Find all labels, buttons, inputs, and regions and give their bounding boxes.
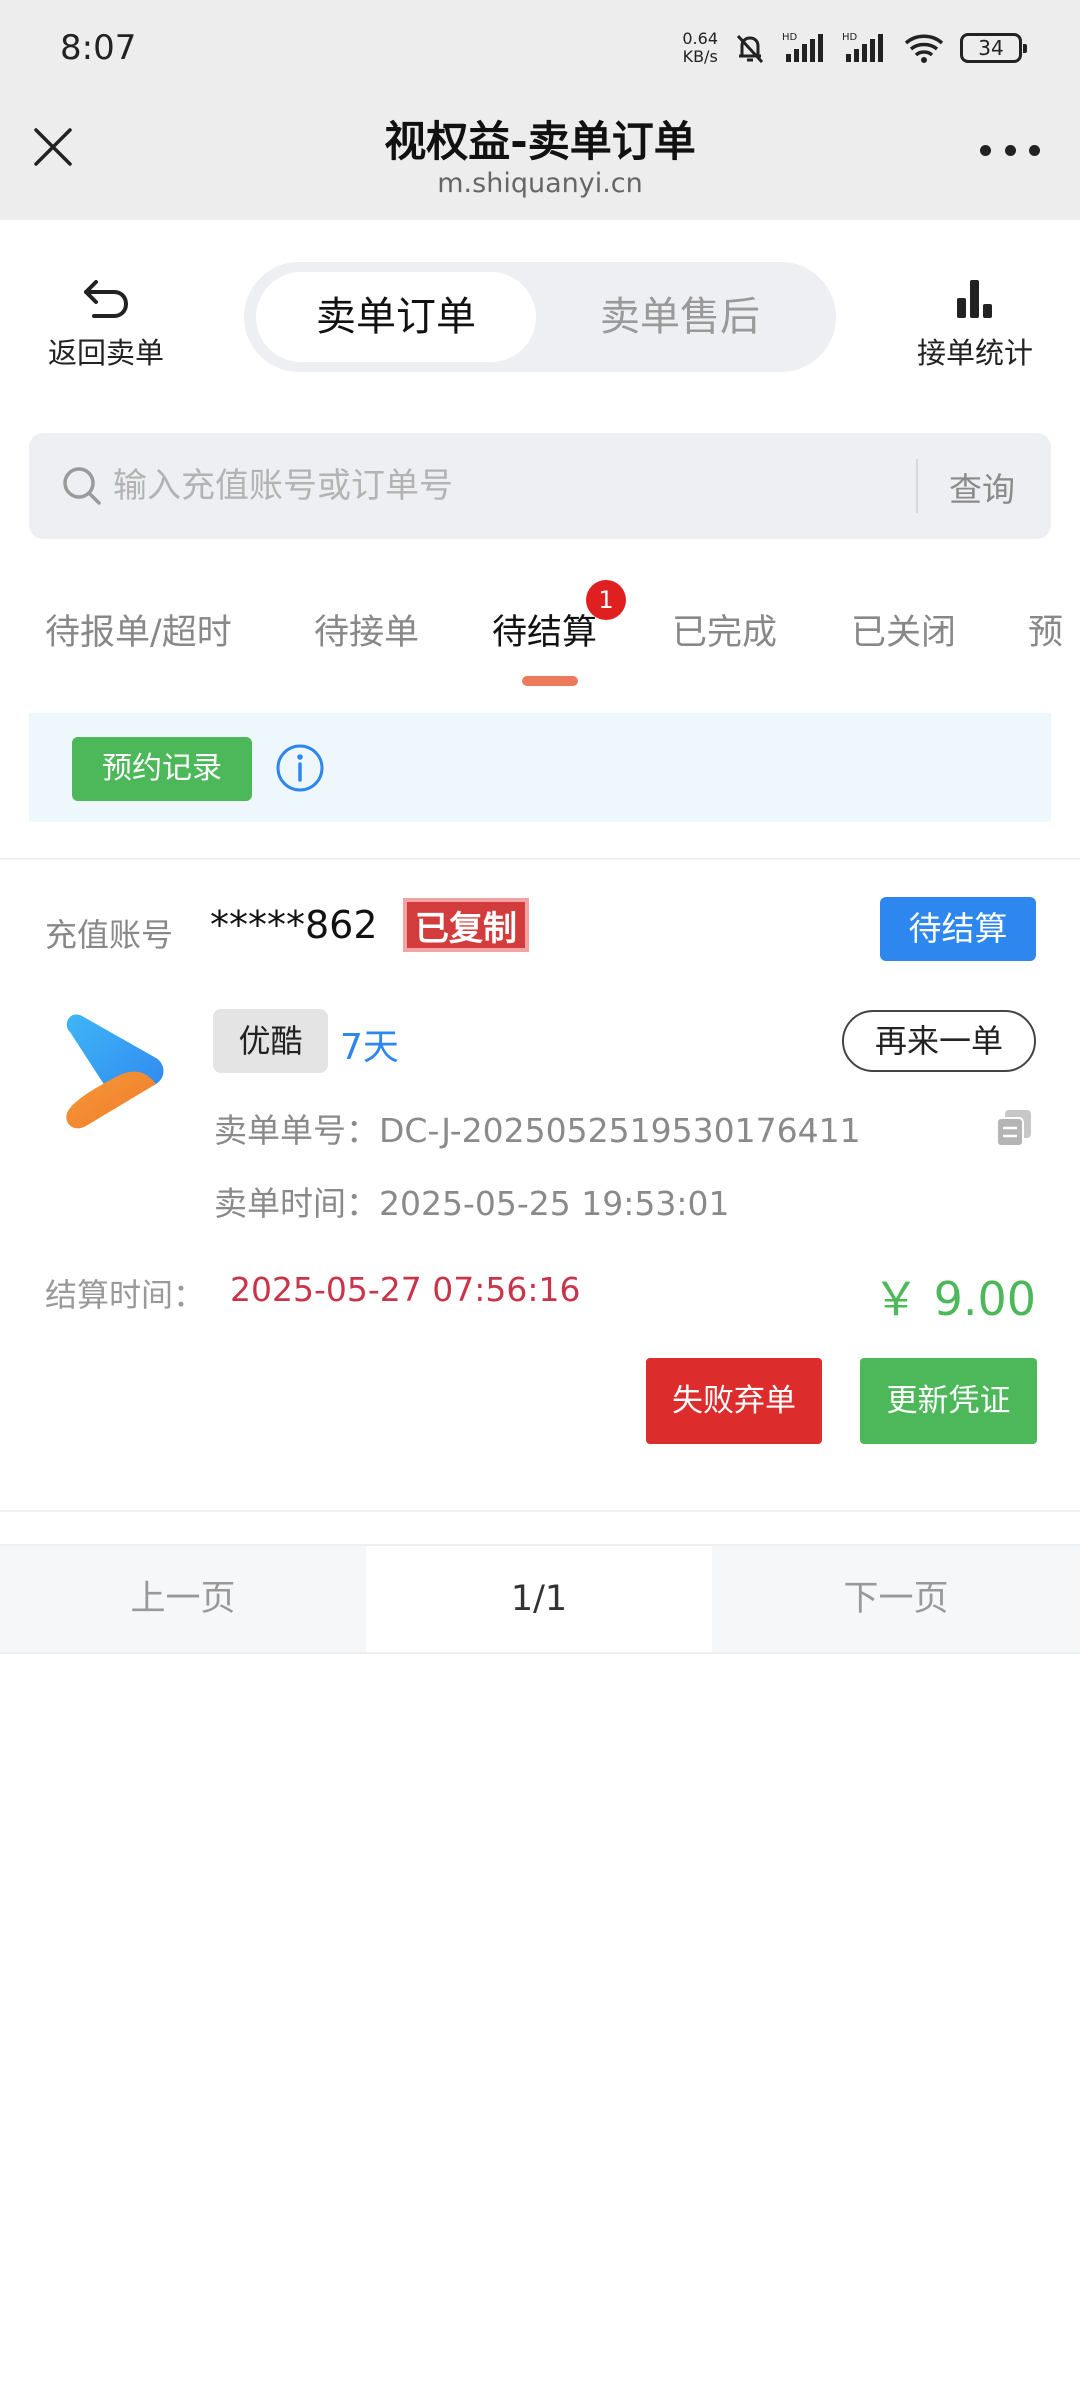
bar-chart-icon (957, 280, 992, 318)
svg-text:HD: HD (782, 32, 798, 43)
settle-time-label: 结算时间： (45, 1276, 206, 1314)
mute-bell-icon (736, 34, 764, 64)
settle-time-value: 2025-05-27 07:56:16 (230, 1270, 581, 1309)
tab-count-badge: 1 (586, 580, 626, 620)
abandon-order-button[interactable]: 失败弃单 (646, 1358, 822, 1444)
stats-label: 接单统计 (916, 336, 1033, 370)
tab-pending-accept[interactable]: 待接单 (314, 604, 419, 655)
order-type-segment: 卖单订单 卖单售后 (244, 262, 836, 372)
active-tab-indicator (522, 676, 578, 686)
notice-bar: 预约记录 (29, 713, 1051, 822)
order-stats-button[interactable]: 接单统计 (900, 276, 1050, 372)
youku-logo-icon (66, 1014, 164, 1129)
back-label: 返回卖单 (47, 336, 164, 370)
more-icon[interactable] (980, 140, 1040, 160)
status-bar: 8:07 0.64 KB/s HD HD 34 (0, 0, 1080, 96)
tab-reserved[interactable]: 预 (1028, 604, 1063, 655)
search-bar: 查询 (29, 433, 1051, 539)
reservation-records-button[interactable]: 预约记录 (72, 737, 252, 801)
segment-after-sales[interactable]: 卖单售后 (540, 272, 820, 362)
segment-sell-orders[interactable]: 卖单订单 (256, 272, 536, 362)
nav-row: 返回卖单 卖单订单 卖单售后 接单统计 (0, 220, 1080, 410)
info-icon[interactable] (274, 742, 326, 794)
signal-hd-icon-2: HD (842, 32, 883, 62)
return-arrow-icon (84, 280, 129, 318)
wifi-icon (904, 34, 944, 63)
battery-icon: 34 (960, 33, 1027, 63)
signal-hd-icon: HD (782, 32, 823, 62)
page-title: 视权益-卖单订单 (384, 117, 696, 166)
order-number-label: 卖单单号： (214, 1111, 379, 1150)
update-voucher-button[interactable]: 更新凭证 (860, 1358, 1037, 1444)
copy-icon[interactable] (993, 1106, 1035, 1148)
reorder-button[interactable]: 再来一单 (842, 1010, 1036, 1072)
page-domain: m.shiquanyi.cn (437, 168, 643, 199)
net-speed: 0.64 KB/s (682, 29, 718, 66)
account-label: 充值账号 (45, 916, 174, 954)
account-value[interactable]: *****862 (210, 903, 378, 947)
search-icon (63, 467, 101, 505)
search-divider (916, 459, 918, 513)
order-number-value: DC-J-202505251953017641​1 (379, 1111, 861, 1150)
tab-closed[interactable]: 已关闭 (851, 604, 956, 655)
pagination: 上一页 1/1 下一页 (0, 1544, 1080, 1654)
status-icons: 0.64 KB/s HD HD 34 (682, 26, 1027, 70)
search-input[interactable] (113, 457, 913, 515)
browser-title-bar: 视权益-卖单订单 m.shiquanyi.cn (0, 96, 1080, 220)
next-page-button[interactable]: 下一页 (712, 1546, 1080, 1652)
order-number: 卖单单号：DC-J-202505251953017641​1 (214, 1104, 861, 1152)
svg-text:HD: HD (842, 32, 858, 43)
tab-completed[interactable]: 已完成 (672, 604, 777, 655)
prev-page-button[interactable]: 上一页 (0, 1546, 366, 1652)
status-time: 8:07 (60, 28, 137, 68)
order-time-label: 卖单时间： (214, 1184, 379, 1223)
status-tabs: 待报单/超时 待接单 待结算 已完成 已关闭 预 (0, 570, 1080, 688)
search-button[interactable]: 查询 (949, 463, 1015, 511)
page-indicator: 1/1 (366, 1546, 712, 1652)
divider (0, 1510, 1080, 1512)
copied-badge: 已复制 (403, 898, 529, 952)
order-time-value: 2025-05-25 19:53:01 (379, 1184, 730, 1223)
service-duration: 7天 (340, 1027, 399, 1068)
order-time: 卖单时间：2025-05-25 19:53:01 (214, 1177, 729, 1225)
tab-pending-report[interactable]: 待报单/超时 (45, 604, 232, 655)
divider (0, 858, 1080, 860)
back-to-sell-button[interactable]: 返回卖单 (36, 274, 176, 372)
status-badge: 待结算 (880, 897, 1036, 961)
tab-pending-settlement[interactable]: 待结算 (492, 604, 597, 655)
order-price: ￥ 9.00 (872, 1272, 1036, 1326)
service-tag: 优酷 (213, 1009, 328, 1073)
